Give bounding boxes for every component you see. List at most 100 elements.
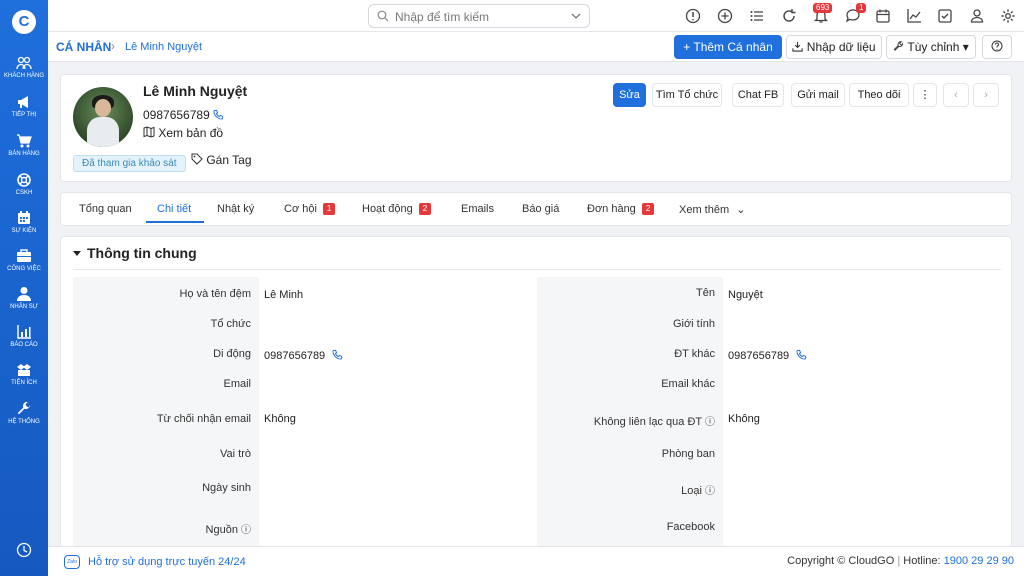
contact-name: Lê Minh Nguyệt (143, 83, 248, 99)
gear-icon[interactable] (1000, 8, 1016, 24)
tab-emails[interactable]: Emails (461, 203, 494, 215)
edit-button[interactable]: Sửa (613, 83, 646, 107)
notification-badge: 693 (813, 3, 833, 13)
phone-icon[interactable] (796, 349, 807, 360)
sidebar-item-customers[interactable]: KHÁCH HÀNG (0, 55, 48, 79)
sidebar: C KHÁCH HÀNG TIẾP THỊ BÁN HÀNG CSKH SỰ K… (0, 0, 48, 576)
chat-facebook-button[interactable]: Chat FB (732, 83, 784, 107)
bar-chart-icon (17, 325, 31, 339)
sidebar-item-system[interactable]: HỆ THỐNG (0, 401, 48, 425)
refresh-icon[interactable] (781, 8, 797, 24)
field-label-with-info: Nguồn ⓘ (206, 521, 251, 536)
tab-orders[interactable]: Đơn hàng 2 (587, 203, 655, 215)
field-value-phone[interactable]: 0987656789 (264, 349, 343, 362)
tab-label: Hoạt động (362, 203, 413, 215)
send-mail-button[interactable]: Gửi mail (791, 83, 845, 107)
help-button[interactable] (982, 35, 1012, 59)
tab-activities[interactable]: Hoạt động 2 (362, 203, 432, 215)
tab-overview[interactable]: Tổng quan (79, 203, 132, 215)
breadcrumb-module[interactable]: CÁ NHÂN (56, 40, 111, 54)
tab-opportunities[interactable]: Cơ hội 1 (284, 203, 336, 215)
list-icon[interactable] (749, 8, 765, 24)
field-label: Tổ chức (210, 318, 251, 330)
previous-record-button[interactable]: ‹ (943, 83, 969, 107)
add-tag-button[interactable]: Gán Tag (191, 153, 252, 167)
sidebar-item-events[interactable]: SỰ KIỆN (0, 210, 48, 234)
info-icon[interactable]: ⓘ (705, 417, 715, 428)
tab-details[interactable]: Chi tiết (157, 203, 191, 215)
find-organization-button[interactable]: Tìm Tổ chức (652, 83, 722, 107)
hotline-number[interactable]: 1900 29 29 90 (944, 555, 1014, 567)
chevron-down-icon: ⌄ (736, 204, 746, 216)
add-person-button[interactable]: + Thêm Cá nhân (674, 35, 782, 59)
chevron-left-icon: ‹ (954, 89, 958, 101)
field-label: ĐT khác (674, 348, 715, 360)
follow-button[interactable]: Theo dõi (849, 83, 909, 107)
view-map-link[interactable]: Xem bản đồ (143, 126, 223, 140)
tab-more[interactable]: Xem thêm ⌄ (679, 203, 745, 216)
chevron-down-icon[interactable] (571, 12, 581, 20)
copyright: Copyright © CloudGO (787, 555, 895, 567)
phone-icon[interactable] (213, 109, 224, 120)
sidebar-item-customer-care[interactable]: CSKH (0, 172, 48, 196)
sidebar-item-hr[interactable]: NHÂN SỰ (0, 286, 48, 310)
customize-button[interactable]: Tùy chỉnh ▾ (886, 35, 976, 59)
support-link[interactable]: Hỗ trợ sử dụng trực tuyến 24/24 (88, 556, 246, 568)
sidebar-item-label: CSKH (15, 190, 33, 196)
field-value[interactable]: Không (264, 413, 296, 425)
app-logo[interactable]: C (12, 10, 36, 34)
trend-chart-icon[interactable] (906, 8, 922, 24)
chat-badge: 1 (856, 3, 867, 13)
tab-log[interactable]: Nhật ký (217, 203, 254, 215)
top-bar: Nhập để tìm kiếm 693 1 (48, 0, 1024, 32)
calendar-icon (18, 211, 30, 224)
section-title[interactable]: Thông tin chung (87, 245, 197, 261)
next-record-button[interactable]: › (973, 83, 999, 107)
import-data-button[interactable]: Nhập dữ liệu (786, 35, 882, 59)
field-label-with-info: Không liên lạc qua ĐT ⓘ (594, 413, 715, 428)
sidebar-item-label: BÁO CÁO (10, 342, 38, 348)
field-label: Di động (213, 348, 251, 360)
global-search-input[interactable]: Nhập để tìm kiếm (368, 4, 590, 28)
tag-icon (191, 153, 203, 165)
field-value[interactable]: Không (728, 413, 760, 425)
calendar-icon[interactable] (875, 8, 891, 24)
section-divider (73, 269, 1001, 270)
breadcrumb-record[interactable]: Lê Minh Nguyệt (125, 41, 202, 53)
sidebar-item-sales[interactable]: BÁN HÀNG (0, 133, 48, 157)
field-value[interactable]: Nguyệt (728, 289, 763, 301)
info-icon[interactable]: ⓘ (705, 486, 715, 497)
add-circle-icon[interactable] (717, 8, 733, 24)
user-icon[interactable] (969, 8, 985, 24)
tab-label: Xem thêm (679, 204, 730, 216)
sidebar-item-marketing[interactable]: TIẾP THỊ (0, 94, 48, 118)
field-value-phone[interactable]: 0987656789 (728, 349, 807, 362)
import-data-label: Nhập dữ liệu (806, 40, 876, 54)
users-icon (16, 56, 32, 70)
field-label: Loại (681, 485, 702, 497)
contact-phone: 0987656789 (143, 108, 210, 122)
zalo-icon[interactable]: Zalo (64, 555, 80, 569)
footer: Zalo Hỗ trợ sử dụng trực tuyến 24/24 Cop… (48, 546, 1024, 576)
sidebar-item-tasks[interactable]: CÔNG VIỆC (0, 248, 48, 272)
collapse-caret-icon[interactable] (73, 251, 81, 256)
sidebar-item-reports[interactable]: BÁO CÁO (0, 324, 48, 348)
tab-quotes[interactable]: Báo giá (522, 203, 559, 215)
more-actions-button[interactable]: ⋮ (913, 83, 937, 107)
info-icon[interactable]: ⓘ (241, 525, 251, 536)
add-tag-label: Gán Tag (206, 153, 252, 167)
boxes-icon (17, 364, 31, 376)
phone-icon[interactable] (332, 349, 343, 360)
search-icon (377, 10, 389, 22)
info-icon[interactable] (685, 8, 701, 24)
checkbox-icon[interactable] (937, 8, 953, 24)
breadcrumb-separator-icon: › (111, 39, 115, 53)
sidebar-item-utilities[interactable]: TIỆN ÍCH (0, 362, 48, 386)
field-label: Email (223, 378, 251, 390)
clock-icon[interactable] (16, 542, 32, 558)
tag-chip[interactable]: Đã tham gia khảo sát (73, 155, 186, 172)
avatar (73, 87, 133, 147)
field-value[interactable]: Lê Minh (264, 289, 303, 301)
wrench-icon (893, 41, 904, 51)
field-label: Từ chối nhận email (156, 413, 251, 425)
